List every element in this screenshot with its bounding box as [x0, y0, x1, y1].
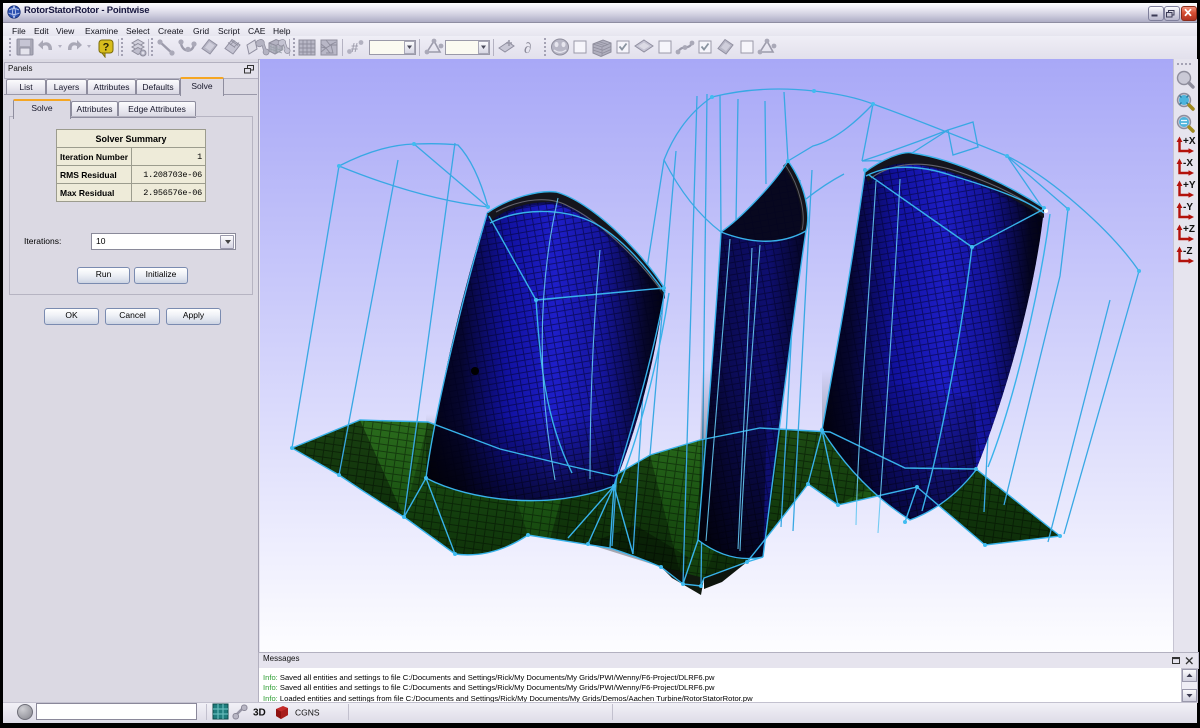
svg-text:CGNS: CGNS: [295, 708, 320, 718]
svg-text:+Y: +Y: [1183, 180, 1196, 191]
svg-text:∂: ∂: [524, 41, 531, 57]
svg-text:+X: +X: [1183, 136, 1196, 147]
svg-text:+Z: +Z: [1183, 224, 1195, 235]
svg-text:3D: 3D: [253, 708, 266, 719]
svg-text:?: ?: [103, 42, 110, 54]
svg-text:-Z: -Z: [1183, 246, 1192, 257]
svg-text:#: #: [351, 40, 359, 55]
svg-text:-Y: -Y: [1183, 202, 1193, 213]
svg-text:-X: -X: [1183, 158, 1193, 169]
